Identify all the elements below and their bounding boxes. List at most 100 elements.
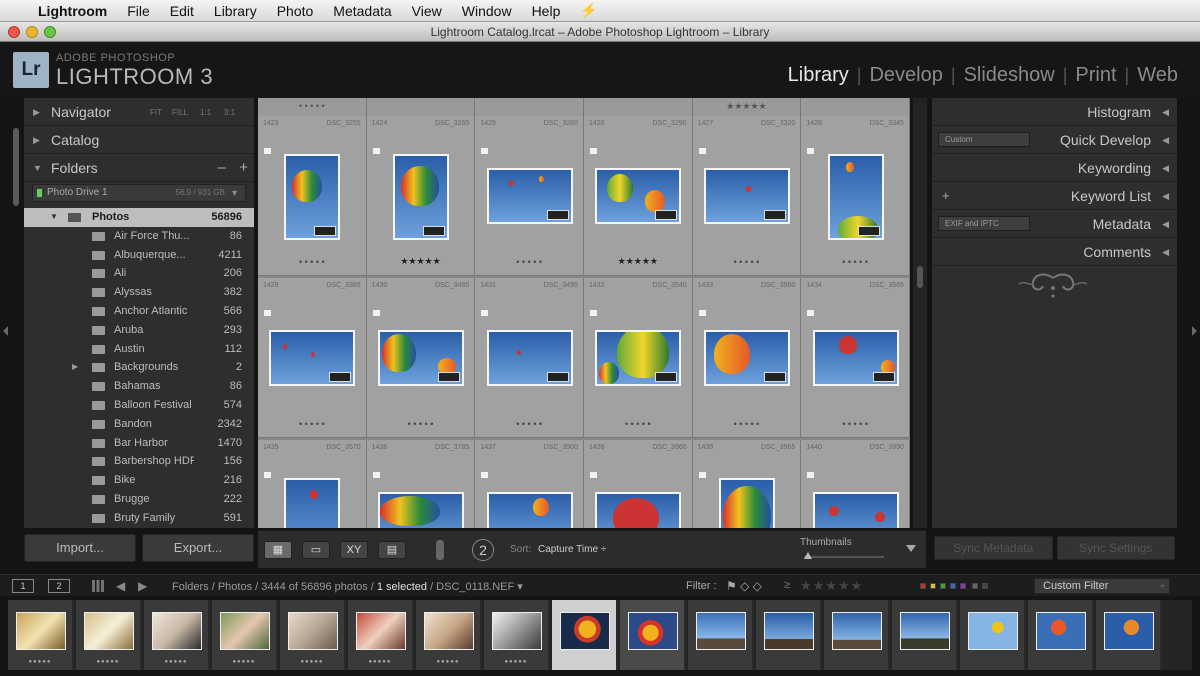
flag-badge-icon[interactable] <box>807 148 815 154</box>
grid-cell[interactable]: 1440 DSC_3990 <box>801 440 910 528</box>
filmstrip-cell[interactable]: ●●●●● <box>484 600 550 670</box>
rating-stars[interactable]: • • • • • <box>258 419 366 429</box>
photo-thumbnail[interactable] <box>392 154 449 240</box>
filmstrip-cell[interactable]: ●●●●● <box>144 600 210 670</box>
back-arrow-icon[interactable]: ◀ <box>116 579 125 593</box>
left-panel-toggle-icon[interactable] <box>3 326 8 336</box>
folders-header[interactable]: ▼ Folders – + <box>24 154 254 182</box>
rating-stars[interactable]: ★★★★★ <box>367 256 475 267</box>
flag-badge-icon[interactable] <box>589 472 597 478</box>
remove-folder-button[interactable]: – <box>218 154 226 182</box>
filmstrip-thumbnail[interactable] <box>560 612 610 650</box>
flag-badge-icon[interactable] <box>264 148 271 154</box>
rating-stars[interactable]: • • • • • <box>258 257 366 267</box>
add-folder-button[interactable]: + <box>239 154 248 182</box>
rating-stars[interactable]: • • • • • <box>367 419 475 429</box>
filmstrip-cell[interactable]: ●●●●● <box>76 600 142 670</box>
sync-metadata-button[interactable]: Sync Metadata <box>934 536 1053 560</box>
module-develop[interactable]: Develop <box>861 64 950 87</box>
folder-row[interactable]: Bar Harbor 1470 <box>24 434 254 453</box>
grid-scroll-thumb[interactable] <box>917 266 923 288</box>
filmstrip-thumbnail[interactable] <box>492 612 542 650</box>
minimize-window-button[interactable] <box>26 26 38 38</box>
grid-cell[interactable]: 1432 DSC_3540 • • • • • <box>583 278 693 438</box>
close-window-button[interactable] <box>8 26 20 38</box>
flag-badge-icon[interactable] <box>481 310 489 316</box>
folder-row[interactable]: Air Force Thu... 86 <box>24 227 254 246</box>
flag-badge-icon[interactable] <box>807 472 815 478</box>
photo-thumbnail[interactable] <box>595 492 682 528</box>
module-slideshow[interactable]: Slideshow <box>956 64 1063 87</box>
grid-cell[interactable]: 1431 DSC_3495 • • • • • <box>475 278 584 438</box>
quick-develop-header[interactable]: Custom Quick Develop ◀ <box>932 126 1177 154</box>
metadata-preset-select[interactable]: EXIF and IPTC <box>938 216 1030 231</box>
painter-spray-icon[interactable] <box>436 540 444 560</box>
filmstrip-thumbnail[interactable] <box>628 612 678 650</box>
color-filter-green[interactable] <box>940 583 946 589</box>
rating-filter-stars[interactable]: ★★★★★ <box>800 578 863 594</box>
photo-thumbnail[interactable] <box>486 168 573 224</box>
left-panel-scrollbar[interactable] <box>13 128 19 206</box>
flag-badge-icon[interactable] <box>481 472 489 478</box>
module-print[interactable]: Print <box>1067 64 1124 87</box>
grid-cell[interactable]: 1425 DSC_3280 • • • • • <box>475 116 584 276</box>
flag-badge-icon[interactable] <box>807 310 815 316</box>
forward-arrow-icon[interactable]: ▶ <box>138 579 147 593</box>
filmstrip-thumbnail[interactable] <box>356 612 406 650</box>
module-web[interactable]: Web <box>1129 64 1186 87</box>
photo-thumbnail[interactable] <box>486 330 573 386</box>
photo-thumbnail[interactable] <box>486 492 573 528</box>
export-button[interactable]: Export... <box>142 534 254 562</box>
grid-cell[interactable]: 1437 DSC_3900 <box>475 440 584 528</box>
thumbnail-badges-icon[interactable] <box>763 372 786 382</box>
folder-row[interactable]: Austin 112 <box>24 340 254 359</box>
filmstrip-cell[interactable]: ●●●●● <box>212 600 278 670</box>
flag-badge-icon[interactable] <box>264 310 271 316</box>
thumbnail-size-slider[interactable] <box>804 552 884 559</box>
folder-row[interactable]: Balloon Festival 574 <box>24 396 254 415</box>
zoom-fill[interactable]: FILL <box>172 99 188 127</box>
filmstrip-cell[interactable] <box>1028 600 1094 670</box>
zoom-3-1[interactable]: 3:1 <box>224 99 235 127</box>
quick-develop-preset-select[interactable]: Custom <box>938 132 1030 147</box>
script-menu-icon[interactable]: ⚡ <box>570 2 607 19</box>
grid-partial-cell[interactable]: • • • • • <box>258 98 367 116</box>
grid-partial-cell[interactable]: ★★★★★ <box>692 98 802 116</box>
filmstrip-cell[interactable] <box>892 600 958 670</box>
filmstrip-thumbnail[interactable] <box>288 612 338 650</box>
grid-scrollbar[interactable] <box>913 98 927 528</box>
folder-row[interactable]: Bahamas 86 <box>24 377 254 396</box>
folder-row[interactable]: Alyssas 382 <box>24 283 254 302</box>
photo-thumbnail[interactable] <box>827 154 884 240</box>
photo-thumbnail[interactable] <box>269 330 356 386</box>
rating-stars[interactable]: • • • • • <box>475 257 583 267</box>
source-breadcrumb[interactable]: Folders / Photos / 3444 of 56896 photos … <box>172 580 523 593</box>
grid-view-button[interactable]: ▦ <box>264 541 292 559</box>
rating-stars[interactable]: • • • • • <box>693 419 801 429</box>
rating-stars[interactable]: • • • • • <box>693 257 801 267</box>
photo-thumbnail[interactable] <box>718 478 775 528</box>
folder-row[interactable]: Bandon 2342 <box>24 415 254 434</box>
grid-cell[interactable]: 1439 DSC_3965 <box>692 440 802 528</box>
color-filter-red[interactable] <box>920 583 926 589</box>
collapse-triangle-icon[interactable]: ▼ <box>50 208 58 227</box>
filmstrip-cell[interactable]: ●●●●● <box>416 600 482 670</box>
thumbnail-badges-icon[interactable] <box>872 372 895 382</box>
grid-partial-cell[interactable] <box>475 98 584 116</box>
flag-badge-icon[interactable] <box>372 310 380 316</box>
filmstrip-thumbnail[interactable] <box>764 612 814 650</box>
rating-stars[interactable]: • • • • • <box>584 419 692 429</box>
photo-thumbnail[interactable] <box>377 492 464 528</box>
color-filter-blue[interactable] <box>950 583 956 589</box>
grid-cell[interactable]: 1436 DSC_3785 <box>366 440 476 528</box>
color-filter-purple[interactable] <box>960 583 966 589</box>
drive-menu-icon[interactable]: ▼ <box>230 185 239 201</box>
grid-cell[interactable]: 1423 DSC_3255 • • • • • <box>258 116 367 276</box>
secondary-window-button[interactable]: 2 <box>48 579 70 593</box>
rating-stars[interactable]: ★★★★★ <box>584 256 692 267</box>
menu-edit[interactable]: Edit <box>160 3 204 19</box>
filmstrip-cell[interactable]: ●●●●● <box>8 600 74 670</box>
grid-cell[interactable]: 1424 DSC_3265 ★★★★★ <box>366 116 476 276</box>
comments-header[interactable]: Comments ◀ <box>932 238 1177 266</box>
import-button[interactable]: Import... <box>24 534 136 562</box>
